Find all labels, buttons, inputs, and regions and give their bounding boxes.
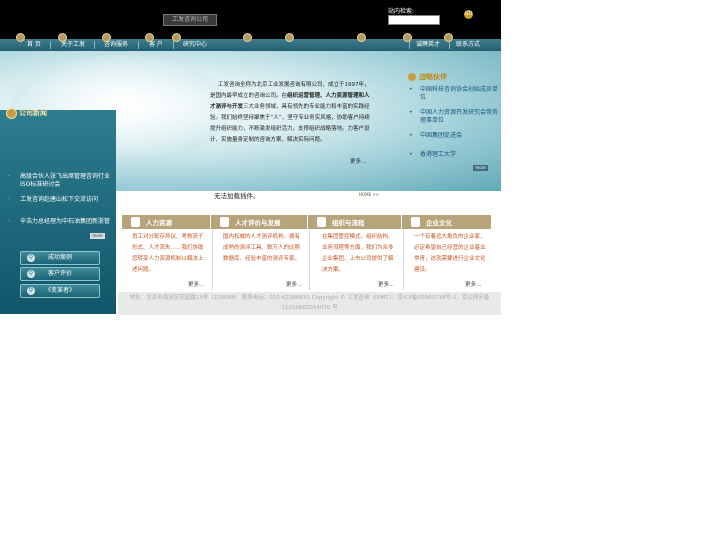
magnifier-icon: ⚲	[27, 254, 35, 262]
search-input[interactable]	[388, 15, 440, 25]
nav-separator	[173, 41, 174, 49]
bullet-icon: ·	[8, 218, 10, 225]
nav-separator	[50, 41, 51, 49]
client-reviews-button[interactable]: ⚲ 客户评价	[20, 267, 100, 281]
bullet-icon: •	[409, 151, 413, 158]
bullet-icon: •	[409, 109, 413, 116]
nav-research[interactable]: 研究中心	[183, 39, 207, 51]
nav-separator	[138, 41, 139, 49]
service-header-talent[interactable]: 人才评价与发展	[211, 215, 308, 229]
service-separator	[212, 230, 213, 290]
nav-dot-icon	[357, 33, 366, 42]
company-intro: 工发咨询全称为北京工业发展咨询有限公司，成立于1997年，是国内最早成立的咨询公…	[210, 82, 370, 143]
nav-dot-icon	[444, 33, 453, 42]
success-cases-button[interactable]: ⚲ 成功案例	[20, 251, 100, 265]
changemaker-button[interactable]: ⚲ 《变革者》	[20, 284, 100, 298]
chart-icon	[220, 217, 229, 227]
nav-dot-icon	[102, 33, 111, 42]
news-item[interactable]: · 辛浩力总经理为中石油集团新浙管	[8, 218, 114, 226]
nav-dot-icon	[145, 33, 154, 42]
nav-separator	[449, 41, 450, 49]
plugin-notice: 无法加载插件。	[214, 192, 260, 200]
nav-home[interactable]: 首 页	[27, 39, 41, 51]
service-more-link[interactable]: 更多...	[465, 280, 481, 288]
service-more-link[interactable]: 更多...	[188, 280, 204, 288]
nav-dot-icon	[403, 33, 412, 42]
intro-more-link[interactable]: 更多...	[350, 157, 366, 165]
partner-item[interactable]: • 中国人力资源开发研究会常务理事单位	[409, 109, 500, 125]
partner-item[interactable]: • 中国科技咨询协会创始成员单位	[409, 86, 500, 102]
nav-careers[interactable]: 诚聘英才	[416, 39, 440, 51]
company-news-title: 公司新闻	[19, 109, 47, 117]
nav-dot-icon	[16, 33, 25, 42]
bullet-icon: ·	[8, 173, 10, 180]
footer: 地址：北京市海淀区花园路13号（100088） 联系电话：010-6238883…	[118, 292, 501, 315]
bullet-icon: ·	[8, 196, 10, 203]
footer-record: 11010802014070 号	[281, 305, 338, 311]
partner-item[interactable]: • 中国集团促进会	[409, 132, 500, 140]
nav-contact[interactable]: 联系方式	[456, 39, 480, 51]
nav-dot-icon	[172, 33, 181, 42]
news-item[interactable]: · 高级合伙人张飞出席管理咨询行业ISO标准研讨会	[8, 173, 114, 189]
news-more-button[interactable]: more	[90, 233, 105, 239]
section-ball-icon	[408, 73, 416, 81]
pencil-icon	[411, 217, 420, 227]
service-separator	[309, 230, 310, 290]
nav-separator	[409, 41, 410, 49]
gear-icon	[317, 217, 326, 227]
news-item[interactable]: · 工发咨询赴唐山松下交流访问	[8, 196, 114, 204]
search-go-button[interactable]: GO	[464, 10, 473, 19]
bullet-icon: •	[409, 132, 413, 139]
nav-dot-icon	[58, 33, 67, 42]
person-icon	[131, 217, 140, 227]
partner-item[interactable]: • 香港理工大学	[409, 151, 500, 159]
service-more-link[interactable]: 更多...	[286, 280, 302, 288]
service-header-culture[interactable]: 企业文化	[402, 215, 492, 229]
nav-separator	[94, 41, 95, 49]
magnifier-icon: ⚲	[27, 287, 35, 295]
logo[interactable]: 工发咨询公司	[163, 14, 217, 26]
bullet-icon: •	[409, 86, 413, 93]
service-separator	[403, 230, 404, 290]
magnifier-icon: ⚲	[27, 270, 35, 278]
company-news-heading: 公司新闻	[6, 107, 58, 119]
search-label: 站内检索:	[388, 8, 415, 15]
nav-dot-icon	[243, 33, 252, 42]
section-ball-icon	[6, 108, 17, 119]
service-header-organization[interactable]: 组织与流程	[308, 215, 402, 229]
home-link[interactable]: HOME >>	[359, 192, 379, 197]
nav-dot-icon	[285, 33, 294, 42]
service-more-link[interactable]: 更多...	[378, 280, 394, 288]
footer-address: 地址：北京市海淀区花园路13号（100088） 联系电话：010-6238883…	[129, 295, 490, 301]
partners-more-button[interactable]: more	[473, 165, 488, 171]
partners-heading: 战略伙伴	[408, 72, 447, 82]
service-header-hr[interactable]: 人力资源	[122, 215, 211, 229]
